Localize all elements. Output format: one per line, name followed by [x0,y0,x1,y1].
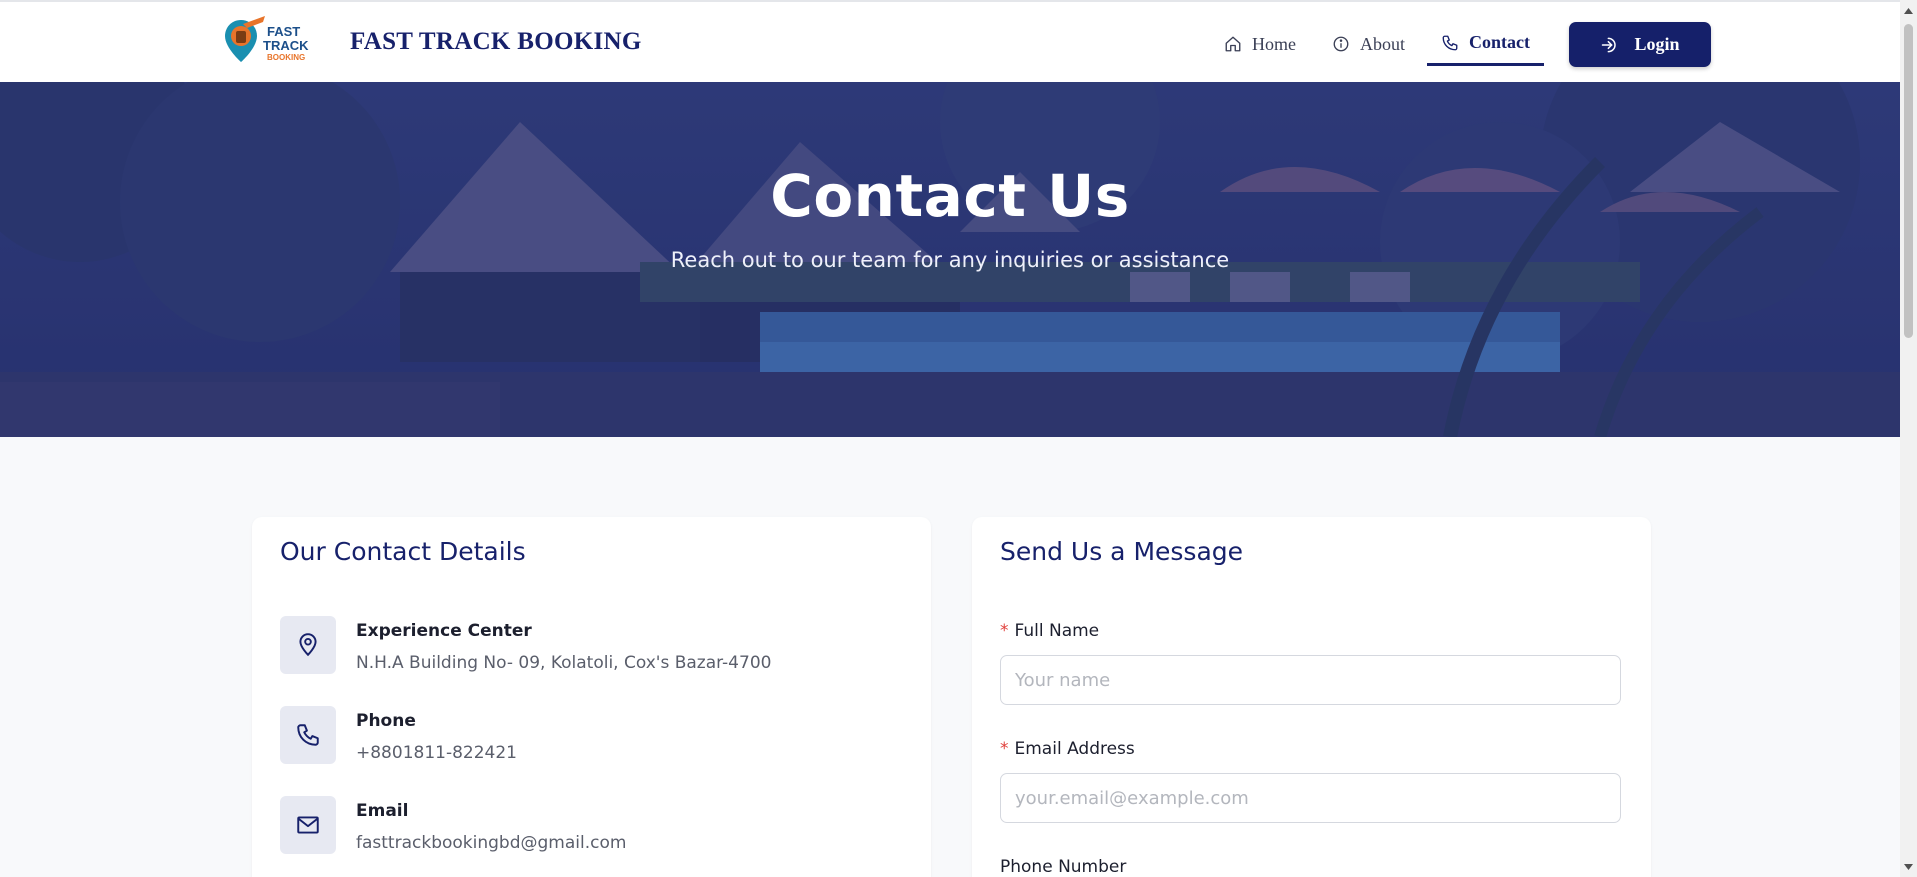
contact-item-phone: Phone +8801811-822421 [280,706,900,766]
hero-banner: Contact Us Reach out to our team for any… [0,82,1900,437]
email-address-input[interactable] [1000,773,1621,823]
main-nav: Home About Contact [1210,22,1544,66]
logo-text-line2: TRACK [263,38,309,53]
nav-contact[interactable]: Contact [1427,22,1544,66]
scroll-down-icon[interactable] [1900,858,1917,875]
phone-value[interactable]: +8801811-822421 [356,743,517,763]
brand-logo[interactable]: FAST TRACK BOOKING [223,14,313,68]
message-form-card: Send Us a Message *Full Name *Email Addr… [972,517,1651,877]
address-value: N.H.A Building No- 09, Kolatoli, Cox's B… [356,653,772,673]
page-title: Contact Us [770,162,1130,230]
scroll-up-icon[interactable] [1900,2,1917,19]
scrollbar-thumb[interactable] [1904,24,1913,338]
nav-home[interactable]: Home [1210,22,1310,66]
full-name-label: * Full Name [1000,621,1100,641]
brand-name[interactable]: FAST TRACK BOOKING [350,28,642,56]
contact-item-address: Experience Center N.H.A Building No- 09,… [280,616,900,676]
address-label: Experience Center [356,621,532,641]
site-header: FAST TRACK BOOKING FAST TRACK BOOKING Ho… [0,0,1900,82]
phone-icon [1442,35,1458,50]
location-pin-icon [299,633,317,657]
login-button[interactable]: Login [1569,22,1711,67]
logo-text-line1: FAST [267,24,300,39]
email-value[interactable]: fasttrackbookingbd@gmail.com [356,833,626,853]
email-label: Email [356,801,409,821]
home-icon [1225,36,1241,52]
full-name-input[interactable] [1000,655,1621,705]
logo-text-line3: BOOKING [267,53,305,62]
login-icon [1602,37,1617,52]
phone-icon [297,724,319,746]
mail-icon [297,816,319,834]
message-form-title: Send Us a Message [1000,537,1244,566]
page-subtitle: Reach out to our team for any inquiries … [670,248,1230,272]
required-mark: * [1000,621,1009,641]
page-scrollbar[interactable] [1900,0,1917,877]
contact-details-title: Our Contact Details [280,537,526,566]
required-mark: * [1000,739,1009,759]
contact-details-card: Our Contact Details Experience Center N.… [252,517,931,877]
nav-about-label: About [1360,33,1405,54]
nav-about[interactable]: About [1318,22,1419,66]
info-icon [1333,36,1349,52]
email-address-label: * Email Address [1000,739,1135,759]
nav-contact-label: Contact [1469,32,1530,52]
phone-number-label: Phone Number [1000,857,1127,877]
nav-home-label: Home [1252,33,1296,54]
phone-label: Phone [356,711,416,731]
contact-item-email: Email fasttrackbookingbd@gmail.com [280,796,900,856]
login-label: Login [1634,34,1680,54]
